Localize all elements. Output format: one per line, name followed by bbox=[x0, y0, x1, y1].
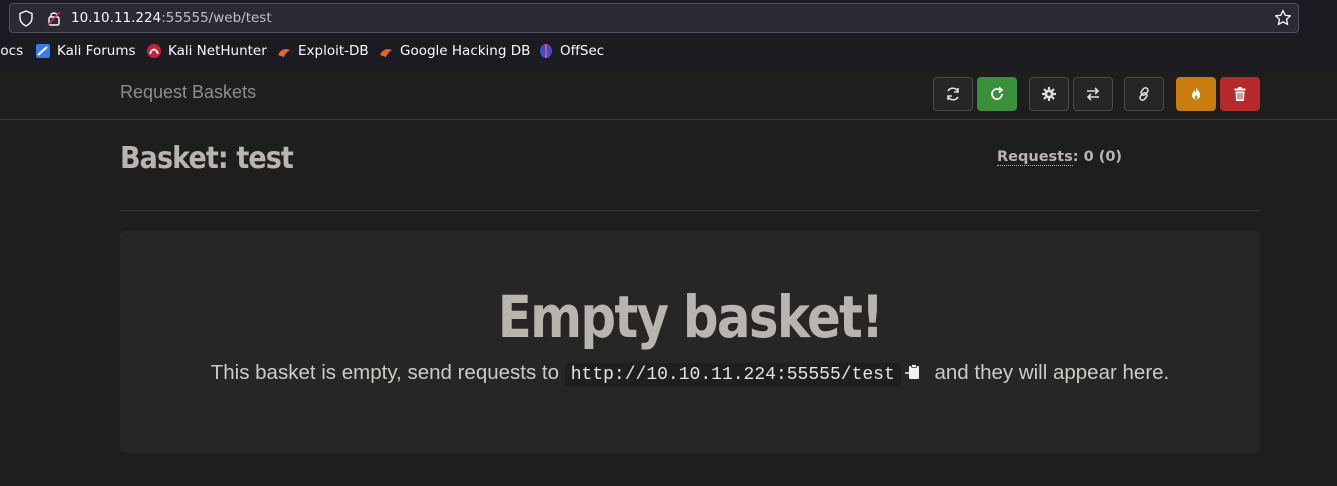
message-before: This basket is empty, send requests to bbox=[210, 361, 565, 384]
trash-icon bbox=[1234, 87, 1246, 101]
empty-basket-message: This basket is empty, send requests to h… bbox=[120, 361, 1260, 387]
offsec-icon bbox=[540, 44, 552, 58]
bookmark-google-hacking-db[interactable]: Google Hacking DB bbox=[378, 43, 530, 59]
bookmark-label: Docs bbox=[0, 43, 24, 59]
url-path: :55555/web/test bbox=[161, 10, 272, 26]
bookmark-docs[interactable]: Docs bbox=[0, 43, 23, 59]
bookmark-star-icon[interactable] bbox=[1274, 9, 1292, 27]
brand-link[interactable]: Request Baskets bbox=[120, 82, 256, 103]
bookmark-label: Kali Forums bbox=[57, 43, 136, 59]
insecure-lock-icon[interactable] bbox=[46, 10, 62, 27]
copy-clipboard-icon[interactable] bbox=[904, 363, 921, 381]
ghdb-icon bbox=[380, 49, 392, 57]
address-bar[interactable]: 10.10.11.224:55555/web/test bbox=[9, 3, 1299, 33]
share-link-button[interactable] bbox=[1124, 77, 1164, 111]
nethunter-icon bbox=[147, 44, 161, 58]
kali-forums-icon bbox=[36, 44, 50, 58]
fire-icon bbox=[1192, 87, 1200, 100]
bookmark-label: Kali NetHunter bbox=[168, 43, 267, 59]
requests-label: Requests bbox=[997, 149, 1073, 166]
bookmark-label: Exploit-DB bbox=[298, 43, 369, 59]
requests-value: : 0 (0) bbox=[1072, 149, 1123, 165]
requests-count: Requests: 0 (0) bbox=[997, 149, 1123, 166]
url-host: 10.10.11.224 bbox=[71, 10, 162, 26]
shield-icon[interactable] bbox=[18, 10, 34, 27]
empty-basket-heading: Empty basket! bbox=[497, 283, 884, 351]
bookmark-label: OffSec bbox=[560, 43, 605, 59]
message-after: and they will appear here. bbox=[928, 361, 1170, 384]
basket-title: Basket: test bbox=[120, 141, 294, 176]
navbar: Request Baskets bbox=[0, 67, 1337, 120]
refresh-button[interactable] bbox=[933, 77, 973, 111]
basket-url: http://10.10.11.224:55555/test bbox=[564, 363, 901, 387]
bookmark-exploit-db[interactable]: Exploit-DB bbox=[276, 43, 369, 59]
settings-button[interactable] bbox=[1029, 77, 1069, 111]
bookmark-kali-nethunter[interactable]: Kali NetHunter bbox=[146, 43, 267, 59]
browser-chrome: 10.10.11.224:55555/web/test Docs Kali Fo… bbox=[0, 0, 1337, 67]
exchange-icon bbox=[1086, 87, 1100, 101]
bookmark-kali-forums[interactable]: Kali Forums bbox=[35, 43, 136, 59]
divider bbox=[120, 210, 1260, 211]
bookmark-offsec[interactable]: OffSec bbox=[538, 43, 604, 59]
page-content: Request Baskets Basket: test Requests: 0… bbox=[0, 67, 1337, 486]
bookmarks-toolbar: Docs Kali Forums Kali NetHunter Exploit-… bbox=[0, 40, 1337, 64]
empty-basket-panel: Empty basket! This basket is empty, send… bbox=[120, 231, 1260, 453]
refresh-icon bbox=[947, 87, 959, 101]
delete-button[interactable] bbox=[1220, 77, 1260, 111]
auto-refresh-button[interactable] bbox=[977, 77, 1017, 111]
auto-refresh-icon bbox=[991, 86, 1004, 100]
exploit-db-icon bbox=[278, 49, 290, 57]
url-text[interactable]: 10.10.11.224:55555/web/test bbox=[71, 10, 272, 26]
destroy-button[interactable] bbox=[1176, 77, 1216, 111]
gear-icon bbox=[1042, 87, 1056, 101]
bookmark-label: Google Hacking DB bbox=[400, 43, 531, 59]
responses-button[interactable] bbox=[1073, 77, 1113, 111]
link-icon bbox=[1139, 87, 1149, 101]
